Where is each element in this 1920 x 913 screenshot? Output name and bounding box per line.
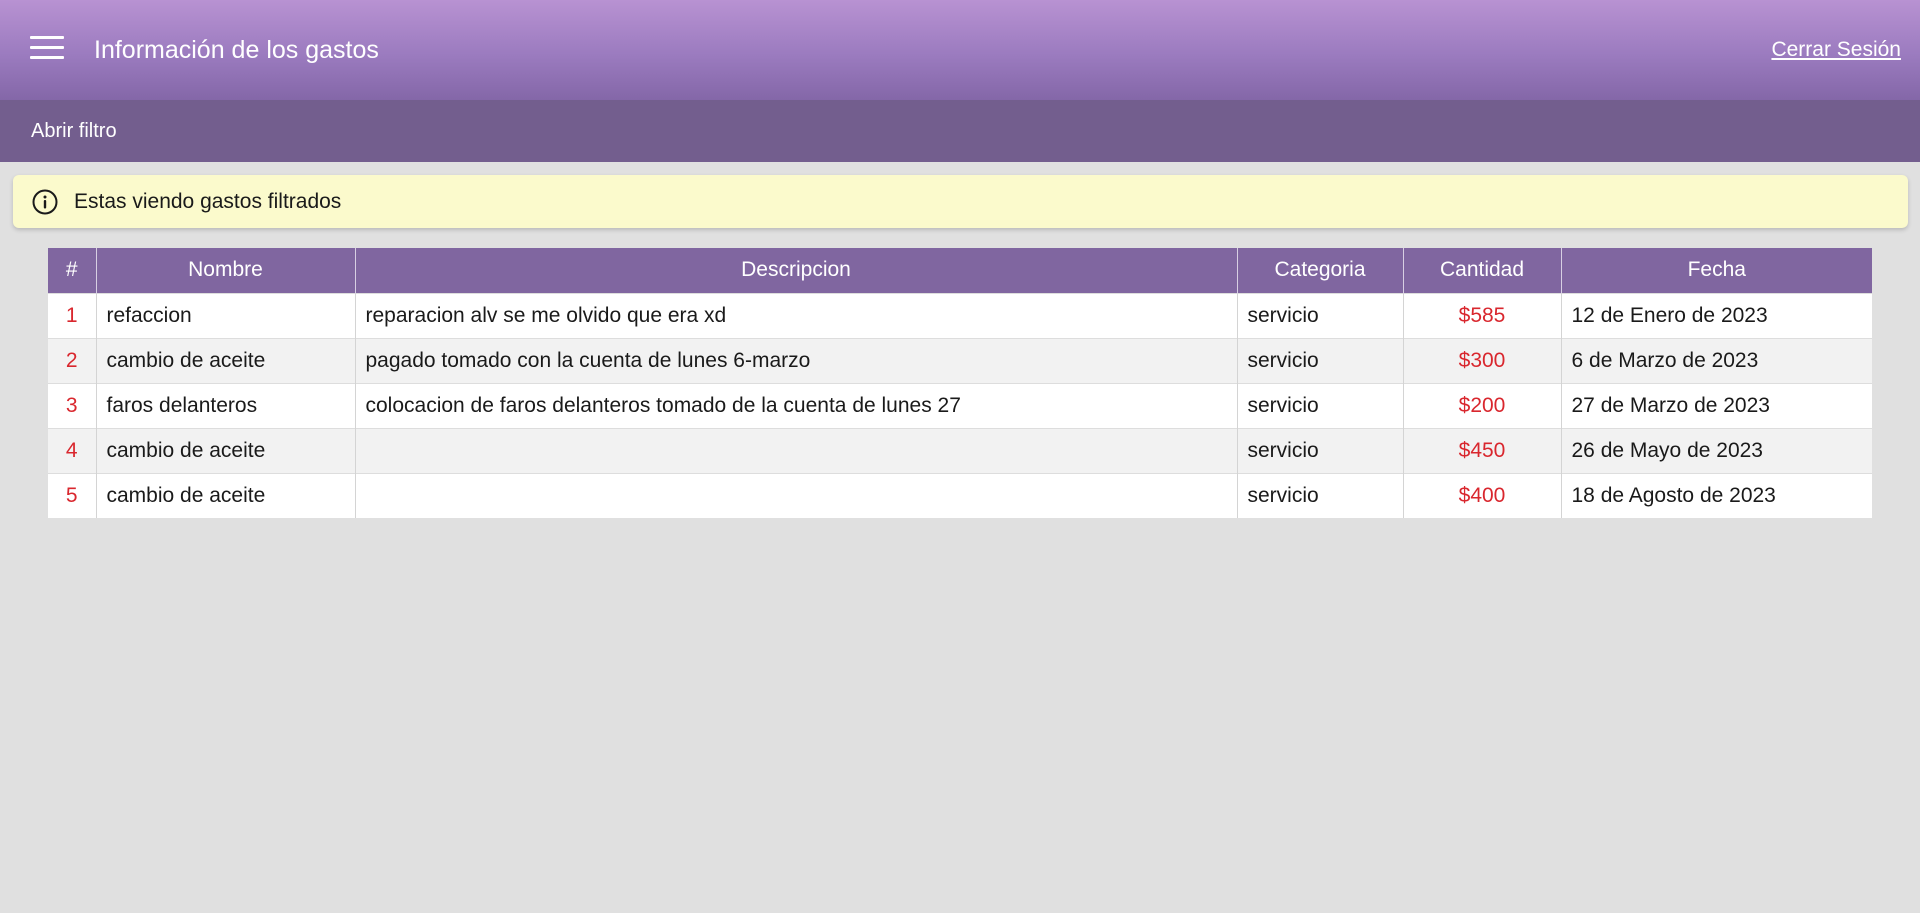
cell-descripcion — [354, 472, 1237, 518]
cell-categoria: servicio — [1236, 337, 1403, 383]
cell-categoria: servicio — [1236, 292, 1403, 338]
column-header-nombre: Nombre — [95, 248, 355, 293]
cell-nombre: cambio de aceite — [95, 472, 355, 518]
table-row: 5 cambio de aceite servicio $400 18 de A… — [48, 472, 1872, 518]
table-header-row: # Nombre Descripcion Categoria Cantidad … — [48, 248, 1872, 293]
expenses-table: # Nombre Descripcion Categoria Cantidad … — [48, 248, 1872, 518]
cell-categoria: servicio — [1236, 382, 1403, 428]
table-row: 4 cambio de aceite servicio $450 26 de M… — [48, 427, 1872, 473]
cell-cantidad: $200 — [1402, 382, 1561, 428]
cell-cantidad: $400 — [1402, 472, 1561, 518]
cell-nombre: cambio de aceite — [95, 427, 355, 473]
row-number: 2 — [48, 337, 96, 383]
alert-message: Estas viendo gastos filtrados — [74, 190, 342, 213]
cell-categoria: servicio — [1236, 427, 1403, 473]
cell-nombre: refaccion — [95, 292, 355, 338]
page-title: Información de los gastos — [94, 36, 379, 64]
app-header: Información de los gastos Cerrar Sesión — [0, 0, 1920, 100]
cell-cantidad: $585 — [1402, 292, 1561, 338]
cell-fecha: 12 de Enero de 2023 — [1560, 292, 1872, 338]
info-icon — [32, 189, 58, 215]
cell-fecha: 27 de Marzo de 2023 — [1560, 382, 1872, 428]
column-header-descripcion: Descripcion — [354, 248, 1237, 293]
cell-fecha: 26 de Mayo de 2023 — [1560, 427, 1872, 473]
cell-descripcion: pagado tomado con la cuenta de lunes 6-m… — [354, 337, 1237, 383]
logout-link[interactable]: Cerrar Sesión — [1771, 37, 1901, 63]
row-number: 3 — [48, 382, 96, 428]
table-row: 3 faros delanteros colocacion de faros d… — [48, 382, 1872, 428]
cell-descripcion: reparacion alv se me olvido que era xd — [354, 292, 1237, 338]
table-row: 2 cambio de aceite pagado tomado con la … — [48, 337, 1872, 383]
row-number: 1 — [48, 292, 96, 338]
open-filter-button[interactable]: Abrir filtro — [31, 119, 117, 143]
cell-descripcion: colocacion de faros delanteros tomado de… — [354, 382, 1237, 428]
column-header-cantidad: Cantidad — [1402, 248, 1561, 293]
filter-bar: Abrir filtro — [0, 100, 1920, 162]
hamburger-menu-icon[interactable] — [30, 36, 64, 60]
filter-alert: Estas viendo gastos filtrados — [13, 175, 1908, 228]
cell-fecha: 6 de Marzo de 2023 — [1560, 337, 1872, 383]
cell-cantidad: $450 — [1402, 427, 1561, 473]
table-row: 1 refaccion reparacion alv se me olvido … — [48, 292, 1872, 338]
cell-fecha: 18 de Agosto de 2023 — [1560, 472, 1872, 518]
column-header-categoria: Categoria — [1236, 248, 1403, 293]
row-number: 4 — [48, 427, 96, 473]
column-header-number: # — [48, 248, 96, 293]
expenses-table-container: # Nombre Descripcion Categoria Cantidad … — [48, 248, 1872, 518]
cell-categoria: servicio — [1236, 472, 1403, 518]
column-header-fecha: Fecha — [1560, 248, 1872, 293]
cell-cantidad: $300 — [1402, 337, 1561, 383]
row-number: 5 — [48, 472, 96, 518]
cell-descripcion — [354, 427, 1237, 473]
cell-nombre: cambio de aceite — [95, 337, 355, 383]
cell-nombre: faros delanteros — [95, 382, 355, 428]
